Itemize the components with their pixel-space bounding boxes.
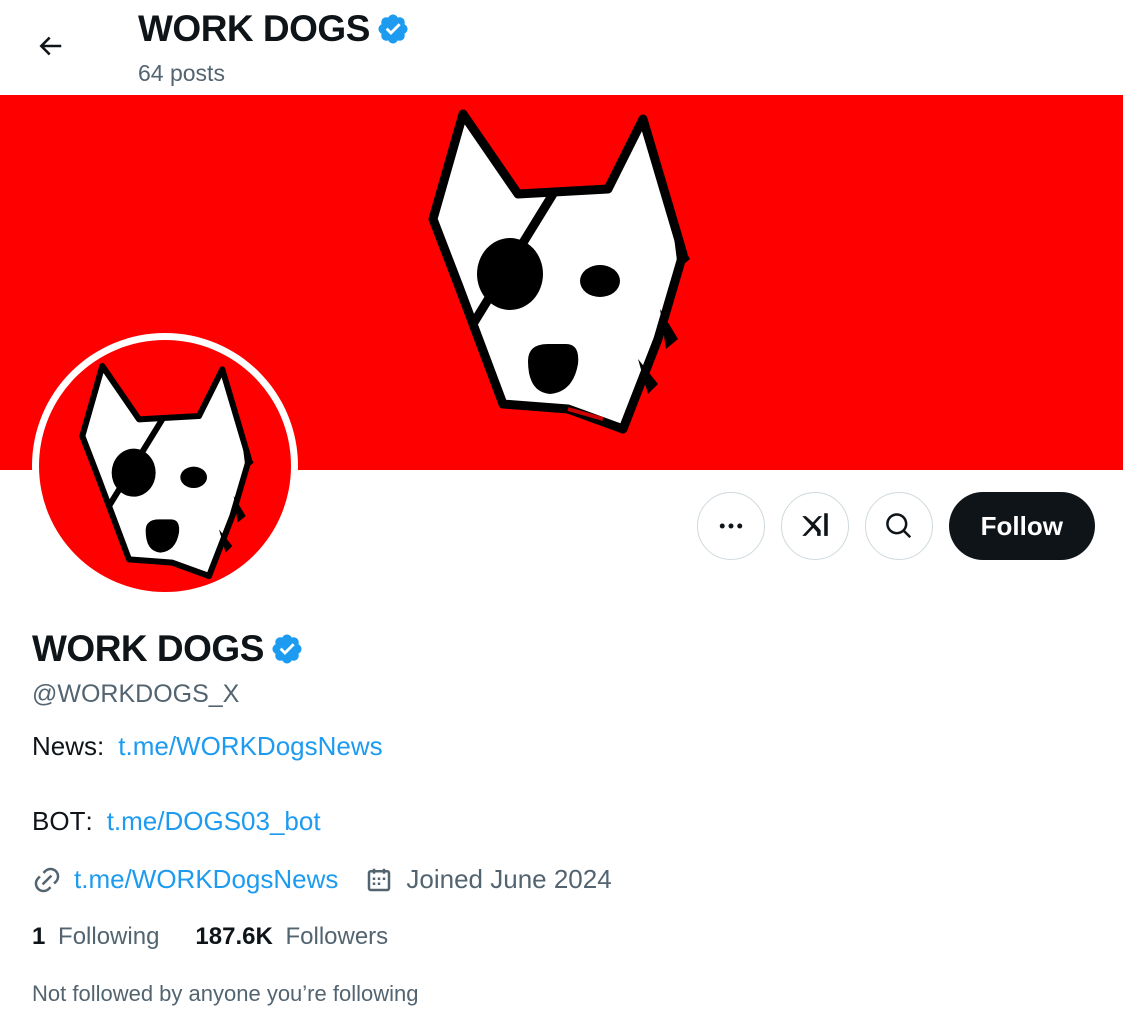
profile-avatar[interactable]: [32, 333, 298, 599]
search-icon: [885, 513, 911, 539]
search-profile-button[interactable]: [864, 492, 933, 560]
bio-separator: :: [85, 806, 93, 836]
profile-name: WORK DOGS: [32, 628, 264, 669]
avatar-image: [39, 340, 291, 592]
profile-bio: News : t.me/WORKDogsNews BOT : t.me/DOGS…: [32, 731, 1092, 836]
profile-info: WORK DOGS @WORKDOGS_X News : t.me/WORKDo…: [32, 628, 1092, 1007]
more-dots-icon: [719, 523, 742, 529]
bio-link-news[interactable]: t.me/WORKDogsNews: [118, 731, 382, 761]
followers-label: Followers: [285, 923, 389, 950]
bio-separator: :: [97, 731, 105, 761]
dog-logo-image: [79, 363, 254, 579]
following-count: 1: [32, 923, 46, 950]
calendar-icon: [368, 868, 391, 891]
following-stat[interactable]: 1 Following: [32, 923, 159, 951]
grok-icon: [801, 513, 828, 536]
profile-actions: Follow: [696, 492, 1095, 560]
dog-logo-image: [428, 109, 690, 434]
grok-button[interactable]: [780, 492, 849, 560]
followers-stat[interactable]: 187.6K Followers: [195, 923, 388, 951]
joined-item: Joined June 2024: [364, 864, 612, 895]
header-title-row: WORK DOGS: [138, 8, 410, 50]
bio-line: BOT : t.me/DOGS03_bot: [32, 806, 1092, 836]
follow-stats: 1 Following 187.6K Followers: [32, 923, 1092, 951]
header-title: WORK DOGS: [138, 8, 370, 49]
profile-handle: @WORKDOGS_X: [32, 680, 240, 708]
verified-badge-icon[interactable]: [270, 632, 304, 666]
follow-button[interactable]: Follow: [948, 492, 1095, 560]
link-icon: [34, 867, 60, 892]
bio-label: BOT: [32, 806, 86, 836]
mutual-followers-note: Not followed by anyone you’re following: [32, 981, 419, 1006]
joined-date: Joined June 2024: [406, 864, 612, 894]
website-link[interactable]: t.me/WORKDogsNews: [74, 864, 338, 895]
website-item: t.me/WORKDogsNews: [32, 864, 338, 895]
top-bar: WORK DOGS 64 posts: [0, 0, 1123, 95]
followers-count: 187.6K: [195, 923, 273, 950]
bio-link-bot[interactable]: t.me/DOGS03_bot: [107, 806, 321, 836]
profile-meta: t.me/WORKDogsNews Joined June 2024: [32, 864, 1092, 895]
verified-badge-icon: [378, 14, 408, 44]
arrow-left-icon: [39, 36, 62, 56]
following-label: Following: [58, 923, 160, 950]
name-row: WORK DOGS: [32, 628, 1092, 670]
post-count: 64 posts: [138, 60, 225, 86]
more-button[interactable]: [696, 492, 765, 560]
bio-line: News : t.me/WORKDogsNews: [32, 731, 1092, 761]
back-button[interactable]: [28, 26, 72, 66]
bio-label: News: [32, 731, 98, 761]
